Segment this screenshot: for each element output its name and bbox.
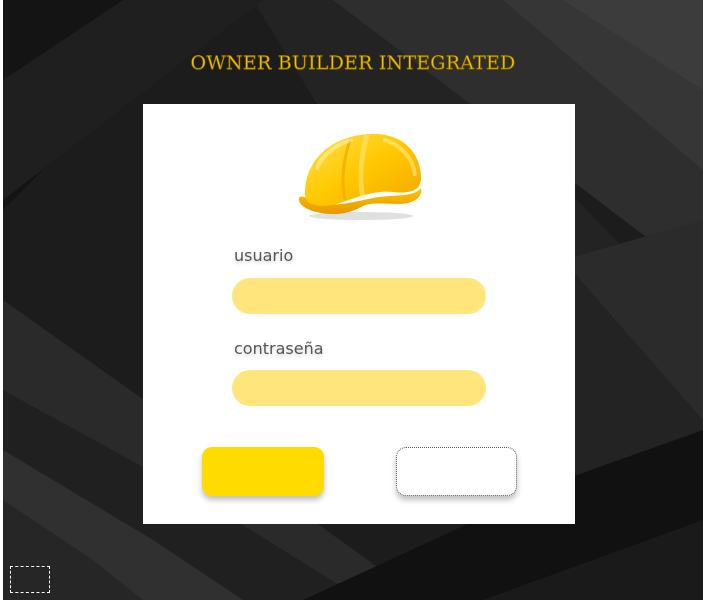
- username-input[interactable]: [232, 278, 486, 314]
- password-input[interactable]: [232, 370, 486, 406]
- app-title: OWNER BUILDER INTEGRATED: [190, 52, 516, 75]
- register-button[interactable]: [396, 447, 517, 496]
- login-card: usuario contraseña: [143, 104, 575, 524]
- page-background: OWNER BUILDER INTEGRATED usuario contras…: [3, 0, 703, 600]
- hard-hat-icon: [298, 133, 422, 220]
- username-label: usuario: [234, 246, 294, 265]
- corner-focus-box[interactable]: [10, 566, 50, 593]
- login-button[interactable]: [202, 447, 324, 496]
- password-label: contraseña: [234, 339, 324, 358]
